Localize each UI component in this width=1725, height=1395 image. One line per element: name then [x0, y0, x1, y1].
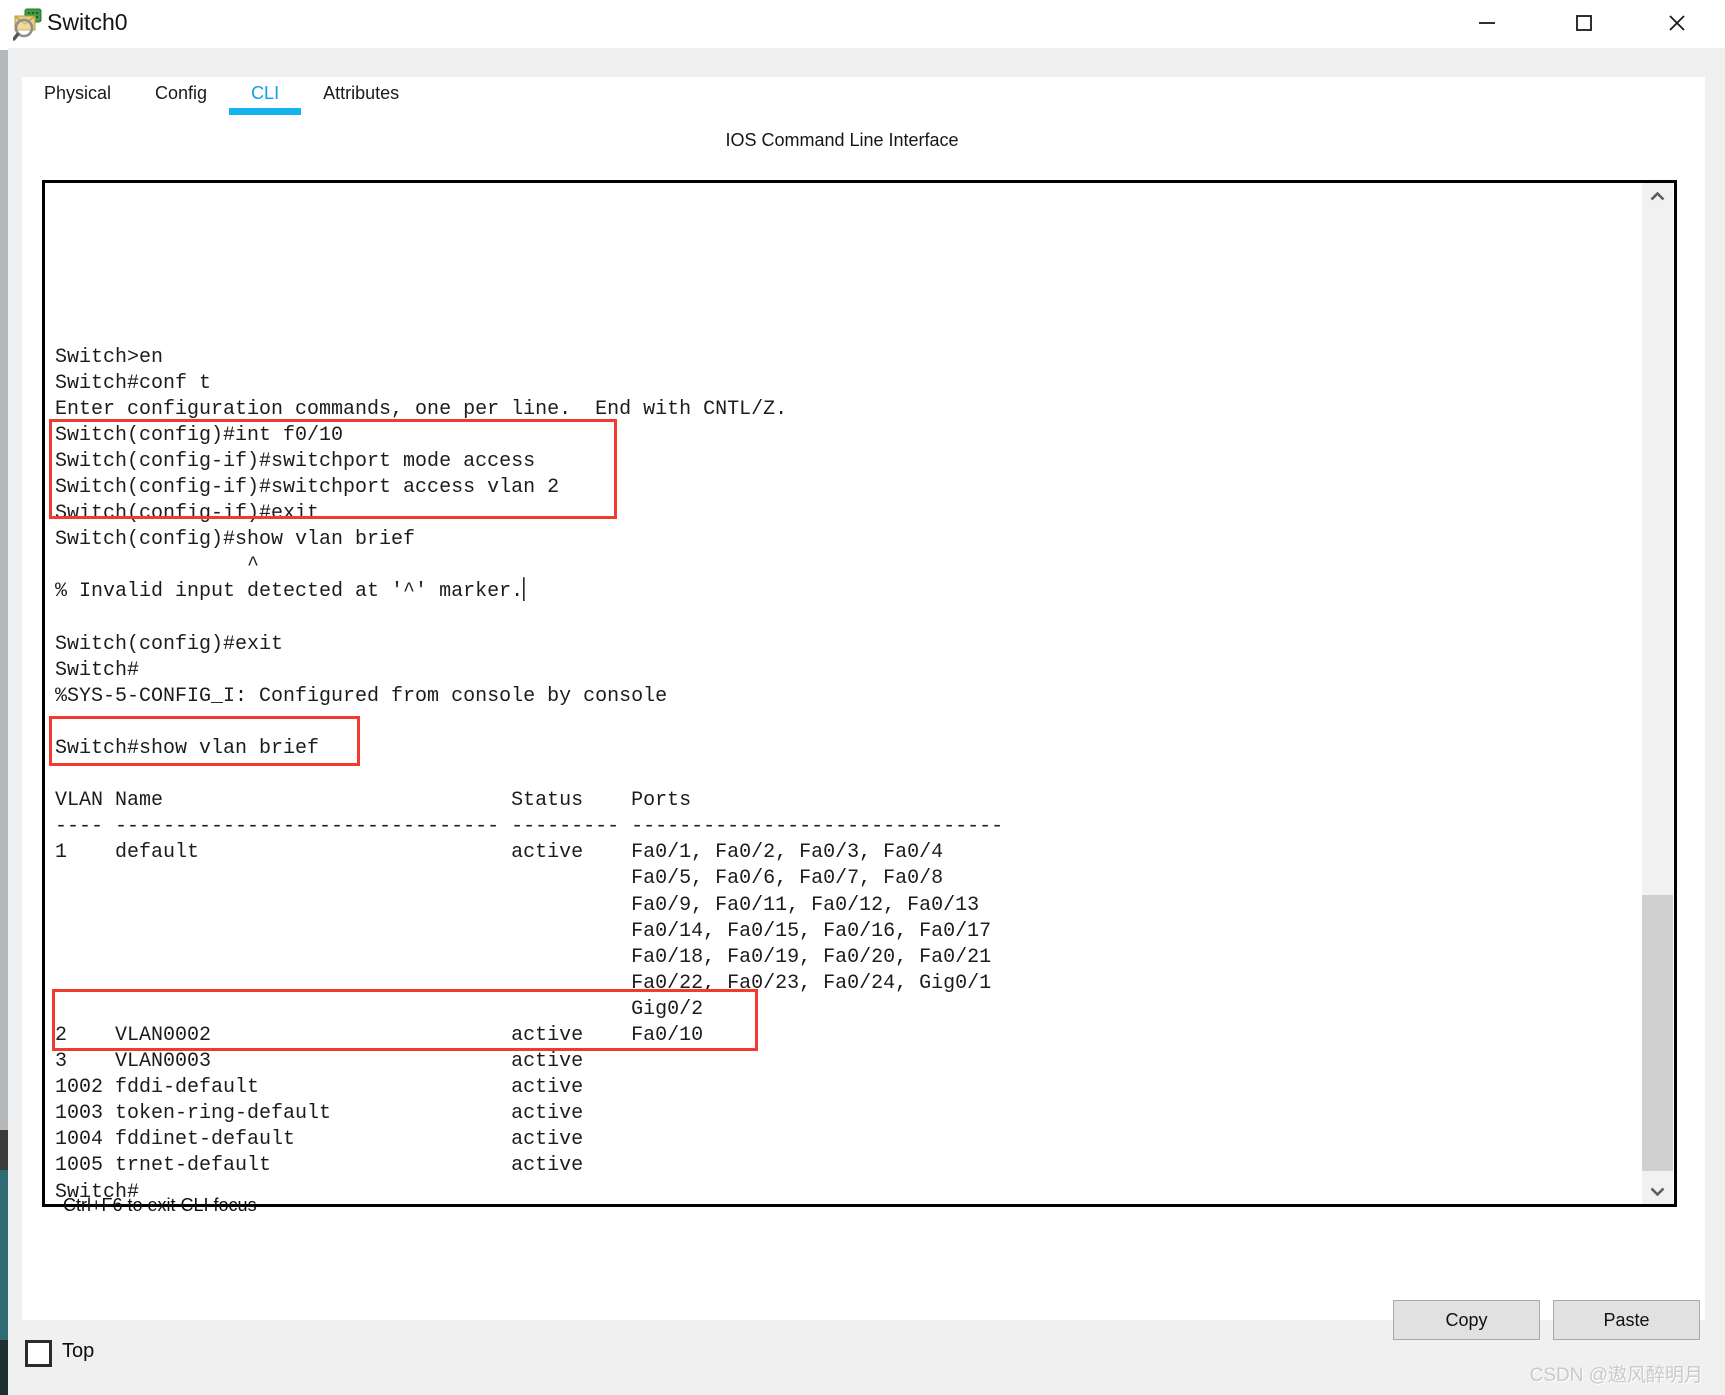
desktop-edge [0, 1340, 8, 1395]
desktop-edge [0, 1130, 8, 1170]
desktop-edge [0, 50, 8, 1130]
minimize-icon [1477, 13, 1497, 33]
chevron-down-icon [1650, 1187, 1665, 1196]
tab-physical[interactable]: Physical [22, 77, 133, 115]
scrollbar-thumb[interactable] [1642, 895, 1673, 1171]
window-title: Switch0 [47, 9, 128, 36]
close-icon [1667, 13, 1687, 33]
watermark: CSDN @遨风醉明月 [1530, 1360, 1703, 1387]
top-checkbox-label: Top [62, 1340, 94, 1363]
scroll-down-button[interactable] [1642, 1178, 1673, 1204]
maximize-button[interactable] [1554, 1, 1614, 45]
tab-page: PhysicalConfigCLIAttributes IOS Command … [22, 77, 1705, 1320]
copy-button[interactable]: Copy [1393, 1300, 1540, 1340]
close-button[interactable] [1647, 1, 1707, 45]
top-checkbox[interactable] [25, 1340, 52, 1367]
paste-button[interactable]: Paste [1553, 1300, 1700, 1340]
cli-page-title: IOS Command Line Interface [22, 130, 1662, 151]
maximize-icon [1574, 13, 1594, 33]
tab-bar: PhysicalConfigCLIAttributes [22, 77, 421, 115]
tab-cli[interactable]: CLI [229, 77, 301, 115]
packet-tracer-device-icon [13, 7, 45, 46]
cli-terminal-output[interactable]: Switch>en Switch#conf t Enter configurat… [45, 183, 1003, 1206]
desktop-edge [0, 1170, 8, 1340]
tab-attributes[interactable]: Attributes [301, 77, 421, 115]
scroll-up-button[interactable] [1642, 183, 1673, 209]
tab-config[interactable]: Config [133, 77, 229, 115]
terminal-scrollbar[interactable] [1642, 183, 1673, 1204]
cli-focus-hint: Ctrl+F6 to exit CLI focus [63, 1195, 257, 1216]
chevron-up-icon [1650, 192, 1665, 201]
minimize-button[interactable] [1457, 1, 1517, 45]
cli-terminal[interactable]: Switch>en Switch#conf t Enter configurat… [42, 180, 1677, 1207]
titlebar: Switch0 [0, 0, 1725, 48]
